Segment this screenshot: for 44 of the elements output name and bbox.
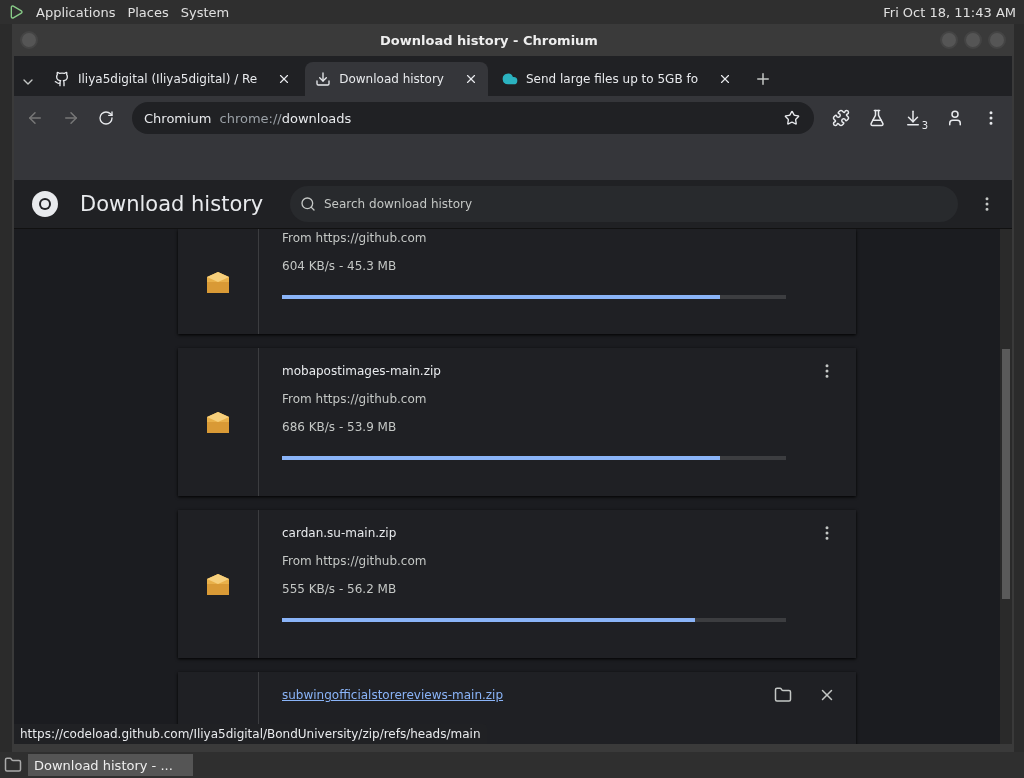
browser-tab[interactable]: Iliya5digital (Iliya5digital) / Re xyxy=(44,62,302,96)
chromium-logo xyxy=(30,189,60,219)
file-name: cardan.su-main.zip xyxy=(282,526,397,540)
file-name: mobapostimages-main.zip xyxy=(282,364,441,378)
launcher-icon[interactable] xyxy=(8,4,24,20)
tab-title: Download history xyxy=(339,72,444,86)
back-icon[interactable] xyxy=(26,109,44,127)
file-link[interactable]: subwingofficialstorereviews-main.zip xyxy=(282,688,504,702)
forward-icon[interactable] xyxy=(62,109,80,127)
tab-title: Send large files up to 5GB fo xyxy=(525,72,699,86)
source-text: From https://github.com xyxy=(282,231,427,245)
progress-text: 555 KB/s - 56.2 MB xyxy=(282,582,397,596)
page-title: Download history xyxy=(80,192,265,216)
flask-icon[interactable] xyxy=(867,109,886,127)
progress-text: 686 KB/s - 53.9 MB xyxy=(282,420,397,434)
menu-item[interactable]: System xyxy=(180,4,230,20)
address-bar[interactable]: Chromium chrome://downloads xyxy=(132,102,814,134)
tab-title: Iliya5digital (Iliya5digital) / Re xyxy=(78,72,258,86)
show-desktop-icon[interactable] xyxy=(4,756,22,774)
downloads-button[interactable]: 3 xyxy=(903,109,928,127)
extensions-icon[interactable] xyxy=(831,109,850,127)
menu-item[interactable]: Applications xyxy=(36,4,116,20)
search-icon[interactable] xyxy=(300,196,316,212)
profile-icon[interactable] xyxy=(946,109,964,127)
taskbar-item[interactable]: Download history - ... xyxy=(28,754,193,776)
folder-icon[interactable] xyxy=(774,686,792,704)
menu-item[interactable]: Places xyxy=(127,4,169,20)
github-icon xyxy=(54,71,70,87)
browser-tab[interactable]: Download history xyxy=(305,62,488,96)
progress-text: 604 KB/s - 45.3 MB xyxy=(282,259,397,273)
reload-icon[interactable] xyxy=(98,110,114,126)
scrollbar[interactable] xyxy=(1000,229,1012,744)
source-text: From https://github.com xyxy=(282,392,427,406)
site-chip[interactable]: Chromium xyxy=(144,110,212,126)
browser-tab[interactable]: Send large files up to 5GB fo xyxy=(491,62,743,96)
scroll-thumb[interactable] xyxy=(1002,349,1010,599)
source-text: From https://github.com xyxy=(282,554,427,568)
download-icon xyxy=(315,71,332,87)
clock: Fri Oct 18, 11:43 AM xyxy=(883,4,1016,20)
window-title: Download history - Chromium xyxy=(380,32,598,48)
search-field[interactable]: Search download history xyxy=(290,186,958,222)
bookmark-star-icon[interactable] xyxy=(783,110,800,126)
cloud-icon xyxy=(501,71,518,87)
url-text: chrome://downloads xyxy=(219,110,352,126)
